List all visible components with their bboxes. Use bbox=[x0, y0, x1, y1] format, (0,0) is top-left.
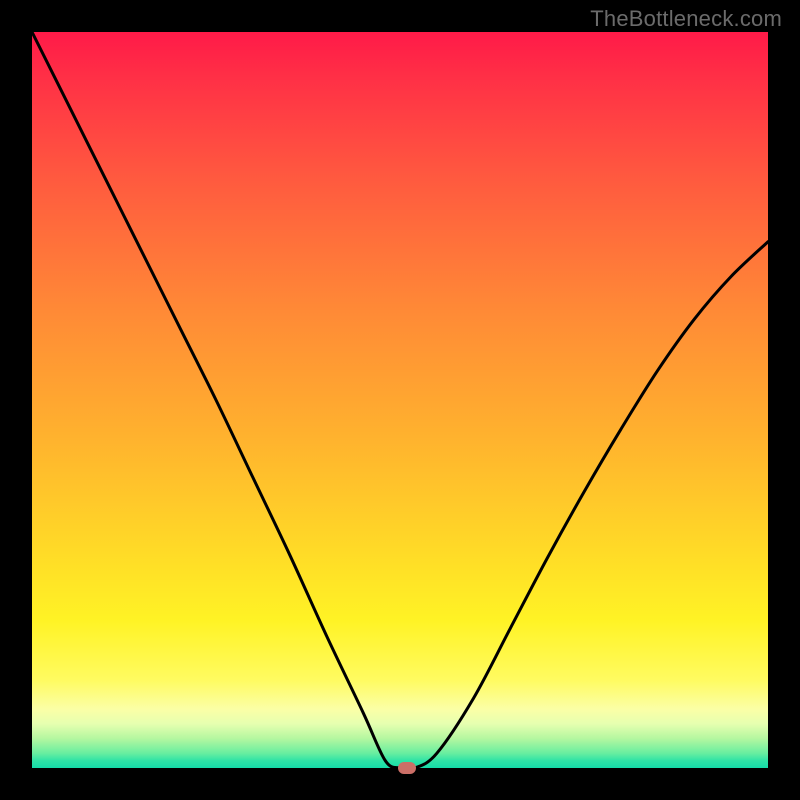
curve-path bbox=[32, 32, 768, 769]
plot-area bbox=[32, 32, 768, 768]
min-marker bbox=[398, 762, 416, 774]
bottleneck-curve bbox=[32, 32, 768, 768]
chart-frame: TheBottleneck.com bbox=[0, 0, 800, 800]
watermark-text: TheBottleneck.com bbox=[590, 6, 782, 32]
